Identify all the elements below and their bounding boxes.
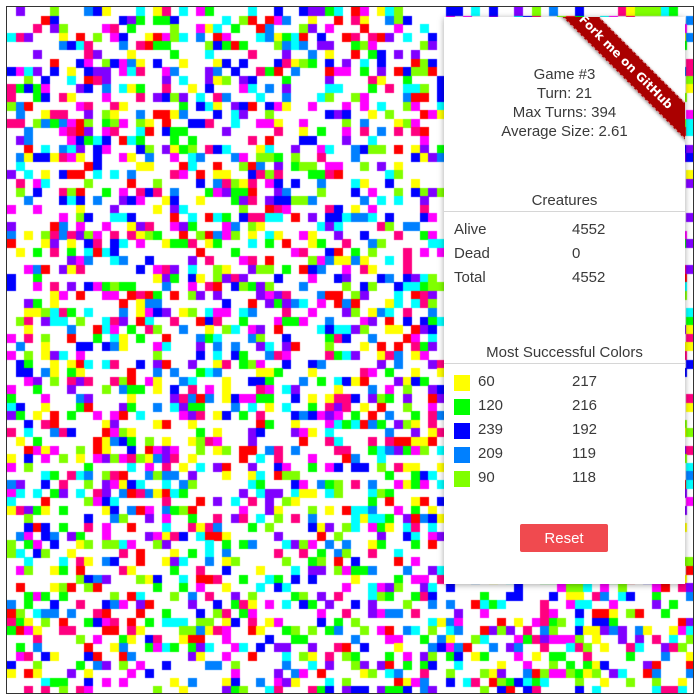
- color-row: 60 217: [454, 370, 674, 394]
- creatures-label: Alive: [454, 221, 487, 238]
- color-count: 216: [572, 397, 598, 414]
- reset-button[interactable]: Reset: [520, 524, 608, 552]
- color-swatch: [454, 375, 470, 391]
- color-count: 118: [572, 469, 596, 486]
- colors-heading: Most Successful Colors: [444, 344, 685, 364]
- color-row: 90 118: [454, 466, 674, 490]
- color-swatch: [454, 471, 470, 487]
- color-swatch: [454, 423, 470, 439]
- creatures-value: 4552: [572, 269, 606, 286]
- color-hue: 209: [478, 445, 504, 462]
- creatures-row-alive: Alive 4552: [454, 218, 674, 242]
- creatures-value: 0: [572, 245, 581, 262]
- color-count: 217: [572, 373, 598, 390]
- color-swatch: [454, 447, 470, 463]
- creatures-row-total: Total 4552: [454, 266, 674, 290]
- max-turns: Max Turns: 394: [512, 104, 617, 121]
- creatures-value: 4552: [572, 221, 606, 238]
- creatures-label: Total: [454, 269, 486, 286]
- color-hue: 90: [478, 469, 495, 486]
- color-row: 209 119: [454, 442, 674, 466]
- color-row: 120 216: [454, 394, 674, 418]
- creatures-label: Dead: [454, 245, 490, 262]
- game-number: Game #3: [533, 66, 596, 83]
- game-stats: Game #3 Turn: 21 Max Turns: 394 Average …: [444, 65, 685, 141]
- color-swatch: [454, 399, 470, 415]
- stats-panel: Fork me on GitHub Game #3 Turn: 21 Max T…: [444, 17, 685, 584]
- creatures-row-dead: Dead 0: [454, 242, 674, 266]
- creatures-heading: Creatures: [444, 192, 685, 212]
- turn-count: Turn: 21: [536, 85, 593, 102]
- color-count: 192: [572, 421, 598, 438]
- average-size: Average Size: 2.61: [501, 123, 628, 140]
- color-count: 119: [572, 445, 596, 462]
- color-hue: 60: [478, 373, 495, 390]
- color-row: 239 192: [454, 418, 674, 442]
- color-hue: 239: [478, 421, 504, 438]
- color-hue: 120: [478, 397, 504, 414]
